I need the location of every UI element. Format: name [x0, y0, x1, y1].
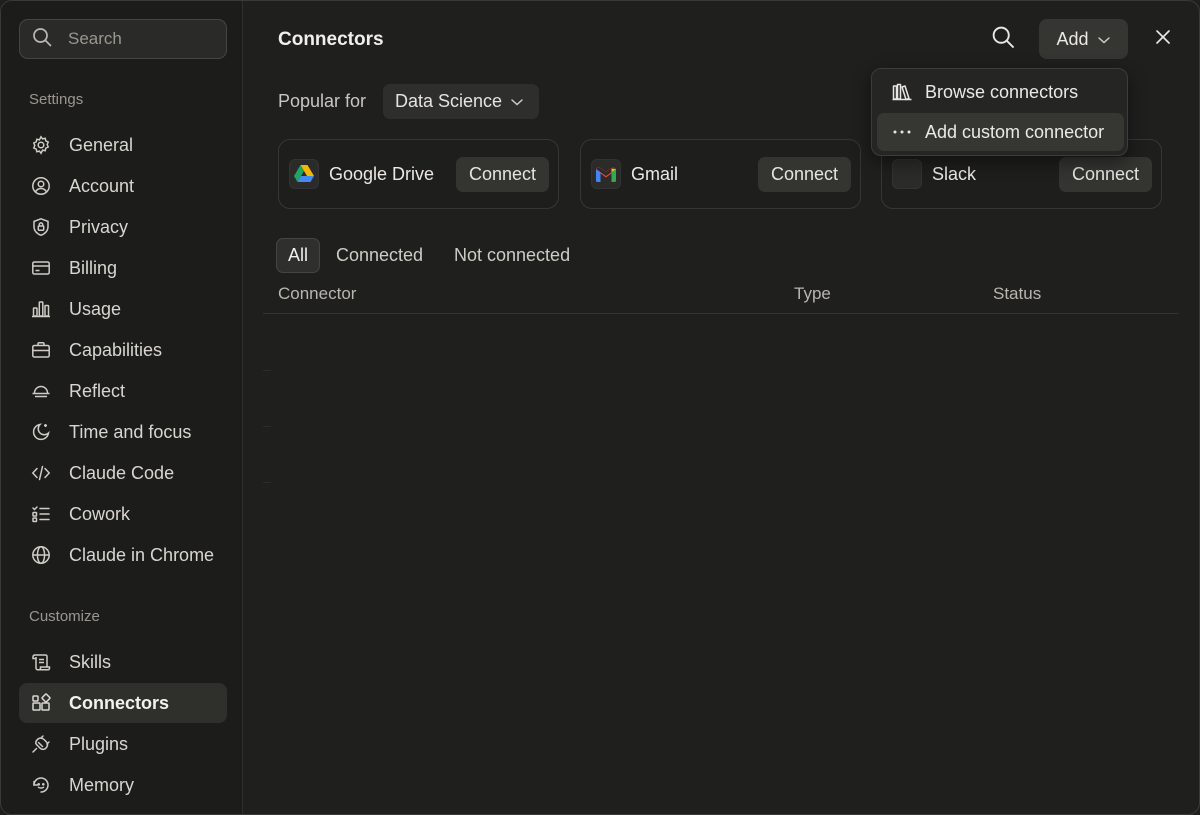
sidebar-item-plugins[interactable]: Plugins [19, 724, 227, 764]
code-icon [31, 463, 51, 483]
sidebar-item-general[interactable]: General [19, 125, 227, 165]
filter-tab-all[interactable]: All [276, 238, 321, 273]
sidebar-item-label: General [69, 134, 134, 155]
memory-icon [31, 775, 51, 795]
sidebar-item-claude-code[interactable]: Claude Code [19, 453, 227, 493]
page-title: Connectors [278, 29, 384, 50]
search-box[interactable] [19, 19, 227, 59]
menu-item-label: Add custom connector [925, 121, 1105, 142]
row-placeholder [263, 370, 271, 371]
checklist-icon [31, 504, 51, 524]
slack-icon [892, 159, 922, 189]
sidebar-item-billing[interactable]: Billing [19, 248, 227, 288]
connect-button[interactable]: Connect [757, 157, 851, 192]
credit-card-icon [31, 258, 51, 278]
sidebar-item-connectors[interactable]: Connectors [19, 683, 227, 723]
sidebar-item-time-and-focus[interactable]: Time and focus [19, 412, 227, 452]
popular-for-label: Popular for [278, 91, 367, 111]
row-placeholder [263, 482, 271, 483]
sidebar-item-reflect[interactable]: Reflect [19, 371, 227, 411]
sidebar-item-cowork[interactable]: Cowork [19, 494, 227, 534]
connector-name: Slack [932, 163, 977, 184]
sidebar-item-claude-in-chrome[interactable]: Claude in Chrome [19, 535, 227, 575]
close-icon [1154, 28, 1172, 51]
settings-section-title: Settings [29, 91, 84, 108]
more-dots-icon [891, 121, 913, 143]
table-divider [263, 313, 1178, 314]
sidebar-item-label: Claude in Chrome [69, 544, 215, 565]
connector-name: Google Drive [329, 163, 435, 184]
add-button[interactable]: Add [1039, 19, 1128, 59]
sidebar-item-label: Time and focus [69, 421, 192, 442]
sidebar-item-label: Privacy [69, 216, 129, 237]
sidebar-item-label: Usage [69, 298, 122, 319]
sunset-icon [31, 381, 51, 401]
bar-chart-icon [31, 299, 51, 319]
chevron-down-icon [1089, 29, 1111, 50]
sidebar-item-usage[interactable]: Usage [19, 289, 227, 329]
library-icon [891, 81, 913, 103]
column-header-connector: Connector [278, 284, 357, 303]
user-circle-icon [31, 176, 51, 196]
menu-item-label: Browse connectors [925, 81, 1079, 102]
filter-tab-connected[interactable]: Connected [336, 238, 423, 273]
sidebar-item-label: Capabilities [69, 339, 163, 360]
plug-icon [31, 734, 51, 754]
close-button[interactable] [1149, 25, 1177, 53]
google-drive-icon [289, 159, 319, 189]
sidebar-item-skills[interactable]: Skills [19, 642, 227, 682]
connector-name: Gmail [631, 163, 679, 184]
search-icon [991, 25, 1015, 54]
sidebar-item-label: Reflect [69, 380, 126, 401]
row-placeholder [263, 426, 271, 427]
moon-sparkle-icon [31, 422, 51, 442]
customize-section-title: Customize [29, 608, 100, 625]
connector-card-gmail: Gmail Connect [580, 139, 861, 209]
popular-category-select[interactable]: Data Science [383, 84, 539, 119]
add-dropdown-menu: Browse connectors Add custom connector [871, 68, 1128, 156]
filter-tab-not-connected[interactable]: Not connected [454, 238, 570, 273]
sidebar-item-label: Billing [69, 257, 118, 278]
gmail-icon [591, 159, 621, 189]
sidebar-item-memory[interactable]: Memory [19, 765, 227, 805]
search-button[interactable] [989, 25, 1017, 53]
sidebar-item-label: Memory [69, 774, 135, 795]
shield-lock-icon [31, 217, 51, 237]
popular-category-value: Data Science [395, 91, 503, 111]
menu-item-browse-connectors[interactable]: Browse connectors [877, 73, 1124, 111]
sidebar-item-privacy[interactable]: Privacy [19, 207, 227, 247]
sidebar-item-label: Account [69, 175, 135, 196]
briefcase-icon [31, 340, 51, 360]
sidebar-item-label: Skills [69, 651, 112, 672]
settings-window: Settings General Account Privacy Billing… [0, 0, 1200, 815]
search-icon [32, 27, 52, 52]
add-label: Add [1056, 28, 1089, 49]
sidebar-item-account[interactable]: Account [19, 166, 227, 206]
sidebar-item-capabilities[interactable]: Capabilities [19, 330, 227, 370]
connector-card-google-drive: Google Drive Connect [278, 139, 559, 209]
sidebar-item-label: Plugins [69, 733, 129, 754]
chevron-down-icon [502, 91, 524, 112]
column-header-status: Status [993, 284, 1042, 303]
gear-icon [31, 135, 51, 155]
scroll-icon [31, 652, 51, 672]
connectors-icon [31, 693, 51, 713]
globe-icon [31, 545, 51, 565]
sidebar-item-label: Cowork [69, 503, 131, 524]
connect-button[interactable]: Connect [1058, 157, 1152, 192]
sidebar: Settings General Account Privacy Billing… [1, 1, 243, 814]
menu-item-add-custom-connector[interactable]: Add custom connector [877, 113, 1124, 151]
sidebar-item-label: Claude Code [69, 462, 175, 483]
connect-button[interactable]: Connect [455, 157, 549, 192]
search-input[interactable] [68, 29, 208, 49]
column-header-type: Type [794, 284, 831, 303]
sidebar-item-label: Connectors [69, 692, 170, 713]
